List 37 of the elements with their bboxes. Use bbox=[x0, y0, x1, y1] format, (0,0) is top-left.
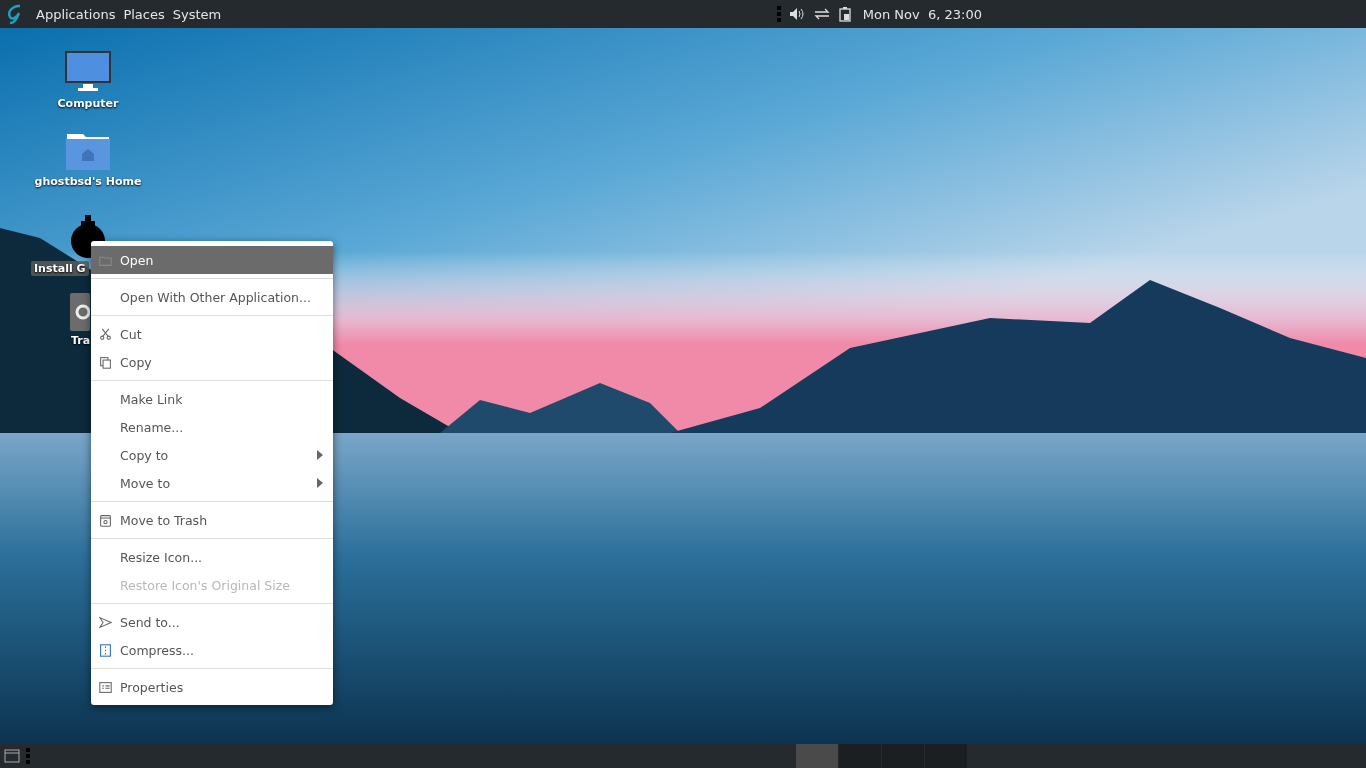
panel-menu[interactable]: Applications bbox=[32, 6, 120, 22]
menu-item[interactable]: Copy bbox=[91, 348, 333, 376]
menu-item[interactable]: Open bbox=[91, 246, 333, 274]
monitor-icon bbox=[64, 50, 112, 94]
clock[interactable]: Mon Nov 6, 23:00 bbox=[862, 6, 982, 22]
menu-item[interactable]: Compress... bbox=[91, 636, 333, 664]
menu-item[interactable]: Move to Trash bbox=[91, 506, 333, 534]
trash-icon bbox=[99, 513, 112, 527]
copy-icon bbox=[99, 355, 112, 369]
menu-item[interactable]: Resize Icon... bbox=[91, 543, 333, 571]
desktop-icon-label[interactable]: Tra bbox=[68, 333, 94, 348]
menu-item[interactable]: Properties bbox=[91, 673, 333, 701]
trash-bin-icon bbox=[70, 293, 90, 331]
volume-icon[interactable] bbox=[788, 7, 805, 21]
show-desktop-icon[interactable] bbox=[4, 749, 20, 763]
panel-menu[interactable]: System bbox=[168, 6, 226, 22]
desktop-icon-label[interactable]: Computer bbox=[54, 96, 122, 111]
menu-item[interactable]: Move to bbox=[91, 469, 333, 497]
scissors-icon bbox=[99, 327, 112, 341]
battery-icon[interactable] bbox=[838, 6, 851, 22]
menu-item[interactable]: Open With Other Application... bbox=[91, 283, 333, 311]
menu-item[interactable]: Make Link bbox=[91, 385, 333, 413]
submenu-arrow-icon bbox=[317, 450, 323, 460]
desktop-icon-label[interactable]: Install G bbox=[31, 261, 89, 276]
desktop-icon-label[interactable]: ghostbsd's Home bbox=[31, 174, 145, 189]
properties-icon bbox=[99, 680, 112, 694]
handle-icon bbox=[776, 6, 781, 22]
submenu-arrow-icon bbox=[317, 478, 323, 488]
menu-item[interactable]: Cut bbox=[91, 320, 333, 348]
network-arrows-icon[interactable] bbox=[812, 7, 831, 21]
menu-item[interactable]: Send to... bbox=[91, 608, 333, 636]
archive-icon bbox=[99, 643, 112, 657]
send-icon bbox=[99, 615, 112, 629]
menu-item[interactable]: Rename... bbox=[91, 413, 333, 441]
menu-item[interactable]: Copy to bbox=[91, 441, 333, 469]
panel-menu[interactable]: Places bbox=[119, 6, 169, 22]
handle-icon bbox=[26, 748, 30, 764]
